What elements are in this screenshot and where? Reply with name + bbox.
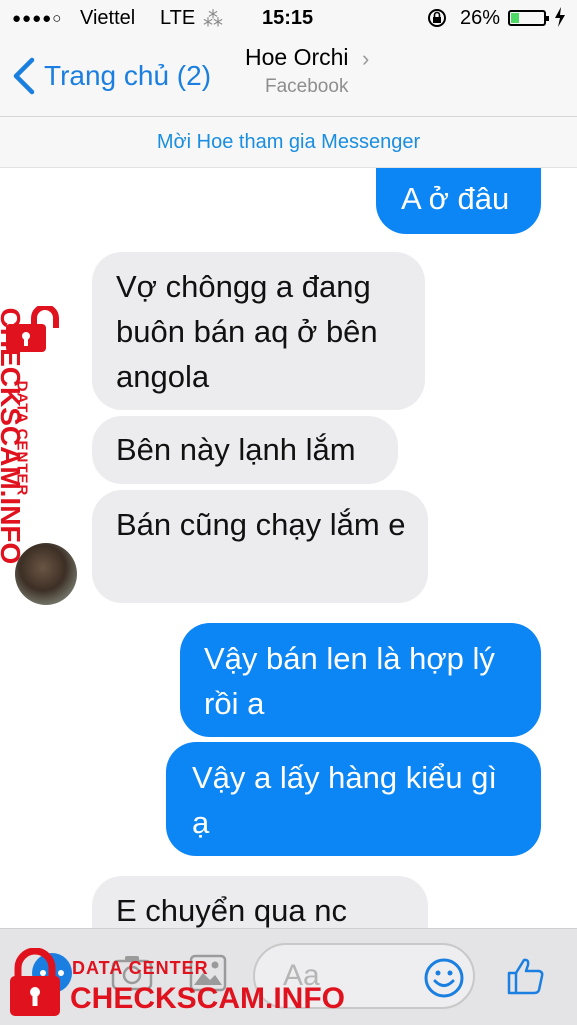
back-button[interactable]: Trang chủ (2)	[10, 54, 211, 98]
watermark-side-large: CHECKSCAM.INFO	[0, 307, 26, 565]
message-bubble-incoming[interactable]: Bên này lạnh lắm	[92, 416, 398, 484]
back-label: Trang chủ (2)	[44, 60, 212, 91]
padlock-icon	[6, 947, 64, 1023]
watermark-bottom-large: CHECKSCAM.INFO	[70, 982, 345, 1015]
status-bar: ●●●●○ Viettel LTE ⁂ 15:15 26%	[0, 0, 577, 36]
clock: 15:15	[262, 7, 314, 29]
contact-subtitle: Facebook	[265, 76, 349, 97]
network-type: LTE	[160, 7, 196, 29]
rotation-lock-icon	[426, 7, 448, 35]
message-bubble-outgoing[interactable]: Vậy a lấy hàng kiểu gì ạ	[166, 742, 541, 856]
like-thumbs-up-icon[interactable]	[505, 955, 547, 1002]
carrier-name: Viettel	[80, 7, 136, 29]
invite-banner[interactable]: Mời Hoe tham gia Messenger	[0, 117, 577, 168]
navigation-bar: Trang chủ (2) Hoe Orchi › Facebook	[0, 36, 577, 117]
chevron-right-icon[interactable]: ›	[362, 46, 369, 72]
activity-spinner-icon: ⁂	[203, 9, 223, 31]
watermark-bottom-small: DATA CENTER	[72, 958, 209, 978]
message-bubble-outgoing[interactable]: Vậy bán len là hợp lý rồi a	[180, 623, 541, 737]
battery-icon	[508, 10, 549, 26]
contact-name[interactable]: Hoe Orchi	[245, 44, 349, 71]
chevron-left-icon	[13, 57, 35, 95]
message-bubble-outgoing[interactable]: A ở đâu	[376, 168, 541, 234]
charging-bolt-icon	[554, 7, 566, 33]
message-bubble-incoming[interactable]: Bán cũng chạy lắm e	[92, 490, 428, 603]
message-bubble-incoming[interactable]: Vợ chôngg a đang buôn bán aq ở bên angol…	[92, 252, 425, 410]
watermark-side: DATA CENTER CHECKSCAM.INFO	[0, 300, 70, 590]
signal-strength: ●●●●○	[12, 10, 63, 27]
battery-percent: 26%	[460, 7, 501, 29]
emoji-icon[interactable]	[423, 957, 465, 1004]
